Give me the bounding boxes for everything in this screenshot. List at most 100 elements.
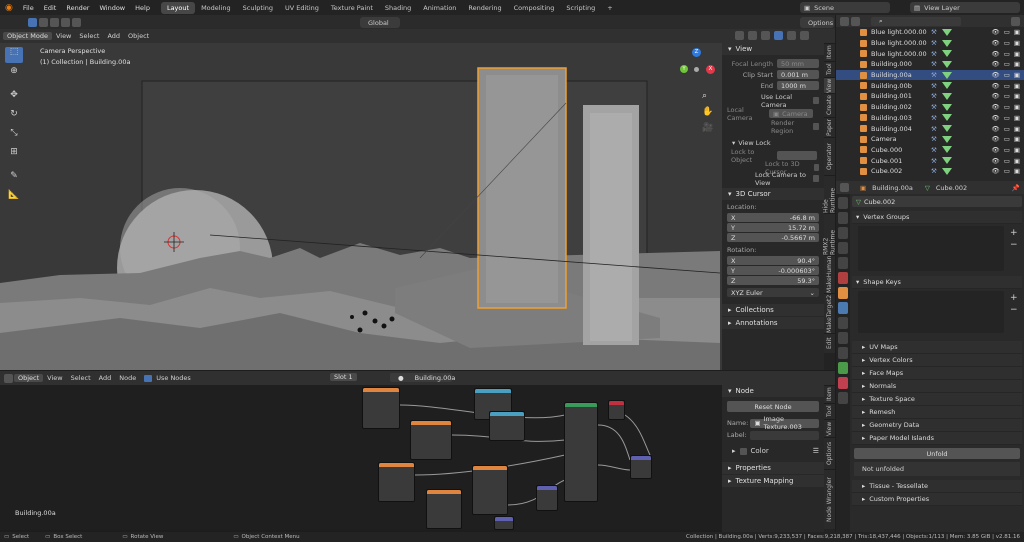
object-mode-dropdown[interactable]: Object Mode bbox=[3, 32, 52, 40]
use-nodes-checkbox[interactable] bbox=[144, 374, 153, 382]
clip-start-field[interactable]: 0.001 m bbox=[777, 70, 819, 79]
node-label-field[interactable] bbox=[750, 430, 819, 440]
property-section-header[interactable]: ▸ Paper Model Islands bbox=[852, 432, 1022, 445]
visibility-eye-icon[interactable]: 👁 bbox=[991, 28, 999, 36]
viewport-monitor-icon[interactable]: ▭ bbox=[1004, 71, 1010, 79]
sidebar-tab[interactable]: MakeTarget2 bbox=[824, 293, 835, 333]
slot-dropdown[interactable]: Slot 1 bbox=[330, 373, 357, 381]
property-section-header[interactable]: ▸ Vertex Colors bbox=[852, 354, 1022, 367]
viewport-monitor-icon[interactable]: ▭ bbox=[1004, 157, 1010, 165]
modifier-tab-icon[interactable] bbox=[838, 302, 848, 314]
outliner-row[interactable]: Building.00b ⚒ 👁 ▭ ▣ bbox=[836, 80, 1024, 91]
visibility-eye-icon[interactable]: 👁 bbox=[991, 125, 999, 133]
cursor-location-y[interactable]: Y 15.72 m bbox=[727, 223, 819, 232]
visibility-eye-icon[interactable]: 👁 bbox=[991, 114, 999, 122]
remove-vertex-group-button[interactable]: − bbox=[1010, 240, 1018, 250]
view-layer-selector[interactable]: ▤ View Layer bbox=[910, 2, 1020, 13]
options-dropdown[interactable]: Options bbox=[800, 17, 834, 28]
outliner-row[interactable]: Building.004 ⚒ 👁 ▭ ▣ bbox=[836, 123, 1024, 134]
sidebar-tab[interactable]: Edit bbox=[824, 333, 835, 353]
outliner-row[interactable]: Blue light.000.007 ⚒ 👁 ▭ ▣ bbox=[836, 27, 1024, 38]
tissue-header[interactable]: ▸ Tissue - Tessellate bbox=[852, 480, 1022, 493]
property-section-header[interactable]: ▸ Face Maps bbox=[852, 367, 1022, 380]
lock-to-cursor-checkbox[interactable] bbox=[813, 164, 819, 171]
node-editor[interactable]: Building.00a bbox=[0, 385, 722, 530]
add-shape-key-button[interactable]: + bbox=[1010, 293, 1018, 303]
sidebar-tab[interactable]: Item bbox=[824, 43, 835, 61]
outliner-row[interactable]: Building.002 ⚒ 👁 ▭ ▣ bbox=[836, 102, 1024, 113]
cursor-location-x[interactable]: X -66.8 m bbox=[727, 213, 819, 222]
material-tab-icon[interactable] bbox=[838, 377, 848, 389]
render-tab-icon[interactable] bbox=[838, 212, 848, 224]
viewport-monitor-icon[interactable]: ▭ bbox=[1004, 103, 1010, 111]
list-icon[interactable]: ☰ bbox=[813, 447, 819, 455]
property-section-header[interactable]: ▸ Normals bbox=[852, 380, 1022, 393]
overlay-icon[interactable] bbox=[735, 31, 744, 40]
visibility-eye-icon[interactable]: 👁 bbox=[991, 167, 999, 175]
tab-scripting[interactable]: Scripting bbox=[560, 2, 601, 14]
3d-viewport[interactable]: ⬚ ⊕ ✥ ↻ ⤡ ⊞ ✎ 📐 Camera Perspective (1) C… bbox=[0, 43, 722, 370]
menu-edit[interactable]: Edit bbox=[39, 4, 62, 12]
sidebar-tab[interactable]: RMX2 Runtime bbox=[823, 213, 837, 255]
move-tool-icon[interactable]: ✥ bbox=[5, 90, 23, 106]
outliner-row[interactable]: Camera ⚒ 👁 ▭ ▣ bbox=[836, 134, 1024, 145]
node-output[interactable] bbox=[608, 400, 625, 420]
visibility-eye-icon[interactable]: 👁 bbox=[991, 60, 999, 68]
rendered-shading-icon[interactable] bbox=[800, 31, 810, 40]
node-texture[interactable] bbox=[472, 465, 508, 515]
render-camera-icon[interactable]: ▣ bbox=[1014, 60, 1020, 68]
visibility-eye-icon[interactable]: 👁 bbox=[991, 39, 999, 47]
outliner-row[interactable]: Building.000 ⚒ 👁 ▭ ▣ bbox=[836, 59, 1024, 70]
tab-sculpting[interactable]: Sculpting bbox=[237, 2, 279, 14]
xray-icon[interactable] bbox=[748, 31, 758, 40]
view-layer-tab-icon[interactable] bbox=[838, 242, 848, 254]
visibility-eye-icon[interactable]: 👁 bbox=[991, 103, 999, 111]
visibility-eye-icon[interactable]: 👁 bbox=[991, 92, 999, 100]
select-tool-icon[interactable] bbox=[28, 17, 37, 27]
orientation-dropdown[interactable]: Global bbox=[360, 17, 400, 28]
viewport-monitor-icon[interactable]: ▭ bbox=[1004, 50, 1010, 58]
outliner-search-input[interactable]: ⌕ bbox=[871, 16, 961, 26]
cursor-location-z[interactable]: Z -0.5667 m bbox=[727, 233, 819, 242]
viewport-monitor-icon[interactable]: ▭ bbox=[1004, 92, 1010, 100]
viewport-monitor-icon[interactable]: ▭ bbox=[1004, 146, 1010, 154]
measure-tool-icon[interactable]: 📐 bbox=[5, 190, 23, 206]
sidebar-tab[interactable]: MakeHuman bbox=[824, 255, 835, 293]
render-camera-icon[interactable]: ▣ bbox=[1014, 71, 1020, 79]
filter-funnel-icon[interactable] bbox=[1011, 16, 1020, 26]
menu-file[interactable]: File bbox=[18, 4, 39, 12]
outliner-row[interactable]: Building.001 ⚒ 👁 ▭ ▣ bbox=[836, 91, 1024, 102]
solid-shading-icon[interactable] bbox=[774, 31, 784, 40]
render-camera-icon[interactable]: ▣ bbox=[1014, 92, 1020, 100]
vertex-groups-list[interactable]: + − bbox=[852, 226, 1022, 274]
render-camera-icon[interactable]: ▣ bbox=[1014, 103, 1020, 111]
custom-properties-header[interactable]: ▸ Custom Properties bbox=[852, 493, 1022, 506]
filter-icon[interactable] bbox=[851, 16, 860, 26]
scene-tab-icon[interactable] bbox=[838, 257, 848, 269]
render-camera-icon[interactable]: ▣ bbox=[1014, 50, 1020, 58]
node-texture[interactable] bbox=[426, 489, 462, 529]
unfold-button[interactable]: Unfold bbox=[854, 448, 1020, 459]
rotate-tool-icon[interactable]: ↻ bbox=[5, 109, 23, 125]
outliner-row[interactable]: Blue light.000.009 ⚒ 👁 ▭ ▣ bbox=[836, 48, 1024, 59]
visibility-eye-icon[interactable]: 👁 bbox=[991, 135, 999, 143]
outliner-row[interactable]: Building.003 ⚒ 👁 ▭ ▣ bbox=[836, 113, 1024, 124]
transform-tool-icon[interactable]: ⊞ bbox=[5, 147, 23, 163]
visibility-eye-icon[interactable]: 👁 bbox=[991, 157, 999, 165]
node-mix[interactable] bbox=[630, 455, 652, 479]
editor-type-icon[interactable] bbox=[840, 16, 849, 26]
select-mode-icon[interactable] bbox=[72, 17, 81, 27]
sidebar-tab[interactable]: Operator bbox=[824, 137, 835, 175]
outliner-row[interactable]: Cube.002 ⚒ 👁 ▭ ▣ bbox=[836, 166, 1024, 177]
node-name-field[interactable]: ▣ Image Texture.003 bbox=[750, 415, 819, 431]
property-section-header[interactable]: ▸ Remesh bbox=[852, 406, 1022, 419]
mesh-data-tab-icon[interactable] bbox=[838, 362, 848, 374]
object-tab-icon[interactable] bbox=[838, 287, 848, 299]
viewport-monitor-icon[interactable]: ▭ bbox=[1004, 60, 1010, 68]
property-section-header[interactable]: ▸ Texture Space bbox=[852, 393, 1022, 406]
render-camera-icon[interactable]: ▣ bbox=[1014, 28, 1020, 36]
blender-logo-icon[interactable]: ◉ bbox=[0, 3, 18, 13]
world-tab-icon[interactable] bbox=[838, 272, 848, 284]
sidebar-tab[interactable]: Tool bbox=[824, 61, 835, 77]
constraints-tab-icon[interactable] bbox=[838, 347, 848, 359]
